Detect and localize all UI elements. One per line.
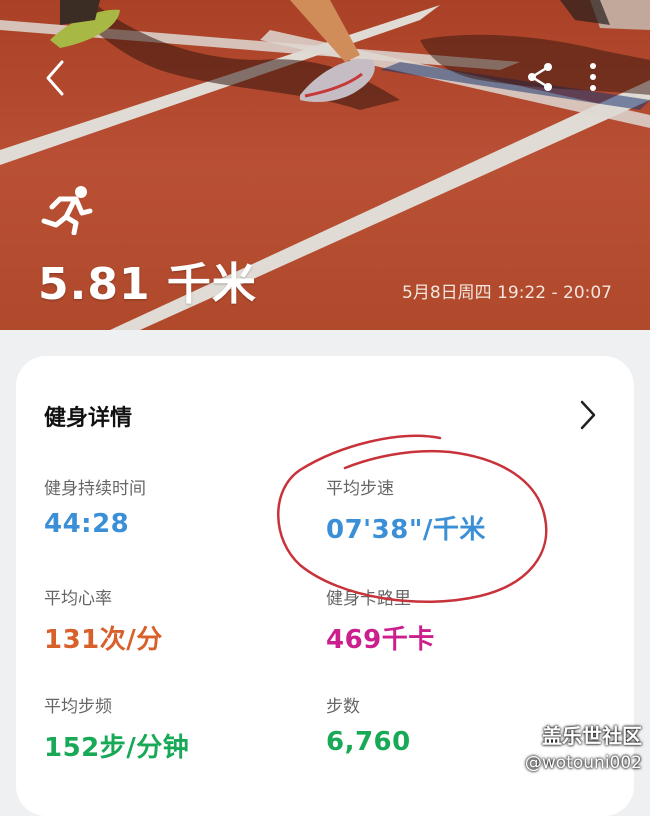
metric-label: 平均步速 <box>326 479 394 499</box>
metric-avg-heart-rate: 平均心率 131次/分 <box>44 584 163 656</box>
metric-value: 07'38"/千米 <box>326 515 486 545</box>
metric-label: 平均步频 <box>44 697 112 717</box>
distance-total: 5.81 千米 <box>38 259 257 310</box>
metric-value: 469千卡 <box>326 625 435 655</box>
more-vertical-icon[interactable] <box>580 60 606 94</box>
metric-label: 健身持续时间 <box>44 479 146 499</box>
metric-steps: 步数 6,760 <box>326 692 411 757</box>
card-title: 健身详情 <box>44 406 133 431</box>
back-arrow-icon[interactable] <box>40 58 72 98</box>
metric-avg-cadence: 平均步频 152步/分钟 <box>44 692 189 764</box>
running-icon <box>40 185 94 236</box>
watermark-handle: @wotouni002 <box>524 753 642 773</box>
workout-datetime: 5月8日周四 19:22 - 20:07 <box>402 283 612 303</box>
metric-avg-pace: 平均步速 07'38"/千米 <box>326 474 486 546</box>
metric-value: 131次/分 <box>44 625 163 655</box>
share-icon[interactable] <box>524 60 558 94</box>
metric-calories: 健身卡路里 469千卡 <box>326 584 435 656</box>
watermark: 盖乐世社区 @wotouni002 <box>525 720 642 773</box>
metric-label: 平均心率 <box>44 589 112 609</box>
chevron-right-icon[interactable] <box>576 398 600 432</box>
hero-banner: 5.81 千米 5月8日周四 19:22 - 20:07 <box>0 0 650 330</box>
metric-value: 44:28 <box>44 509 130 539</box>
watermark-community: 盖乐世社区 <box>542 724 642 748</box>
metric-label: 健身卡路里 <box>326 589 411 609</box>
metric-value: 152步/分钟 <box>44 733 190 763</box>
metric-duration: 健身持续时间 44:28 <box>44 474 146 539</box>
metric-label: 步数 <box>326 697 360 717</box>
metric-value: 6,760 <box>326 727 411 757</box>
